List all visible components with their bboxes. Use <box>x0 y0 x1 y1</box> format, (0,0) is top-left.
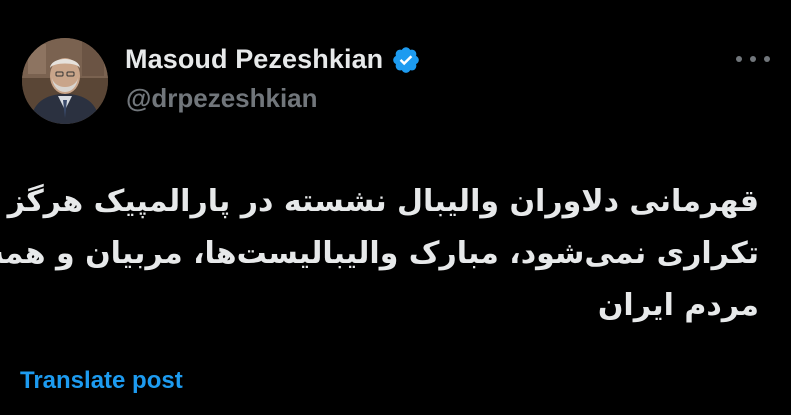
avatar[interactable] <box>22 38 108 124</box>
tweet-card: Masoud Pezeshkian @drpezeshkian قهرمانی … <box>0 0 791 415</box>
user-handle[interactable]: @drpezeshkian <box>126 83 318 114</box>
tweet-text-line: تکراری نمی‌شود، مبارک والیبالیست‌ها، مرب… <box>0 236 759 271</box>
tweet-text-line: مردم ایران <box>597 288 759 323</box>
more-dot <box>750 56 756 62</box>
more-options-icon[interactable] <box>736 52 770 66</box>
tweet-text: قهرمانی دلاوران والیبال نشسته در پارالمپ… <box>0 176 759 332</box>
more-dot <box>764 56 770 62</box>
avatar-photo <box>22 38 108 124</box>
verified-badge-icon <box>391 45 421 75</box>
display-name[interactable]: Masoud Pezeshkian <box>125 44 383 75</box>
more-dot <box>736 56 742 62</box>
tweet-text-line: قهرمانی دلاوران والیبال نشسته در پارالمپ… <box>7 184 759 219</box>
translate-post-link[interactable]: Translate post <box>20 367 183 395</box>
display-name-row: Masoud Pezeshkian <box>125 44 421 75</box>
